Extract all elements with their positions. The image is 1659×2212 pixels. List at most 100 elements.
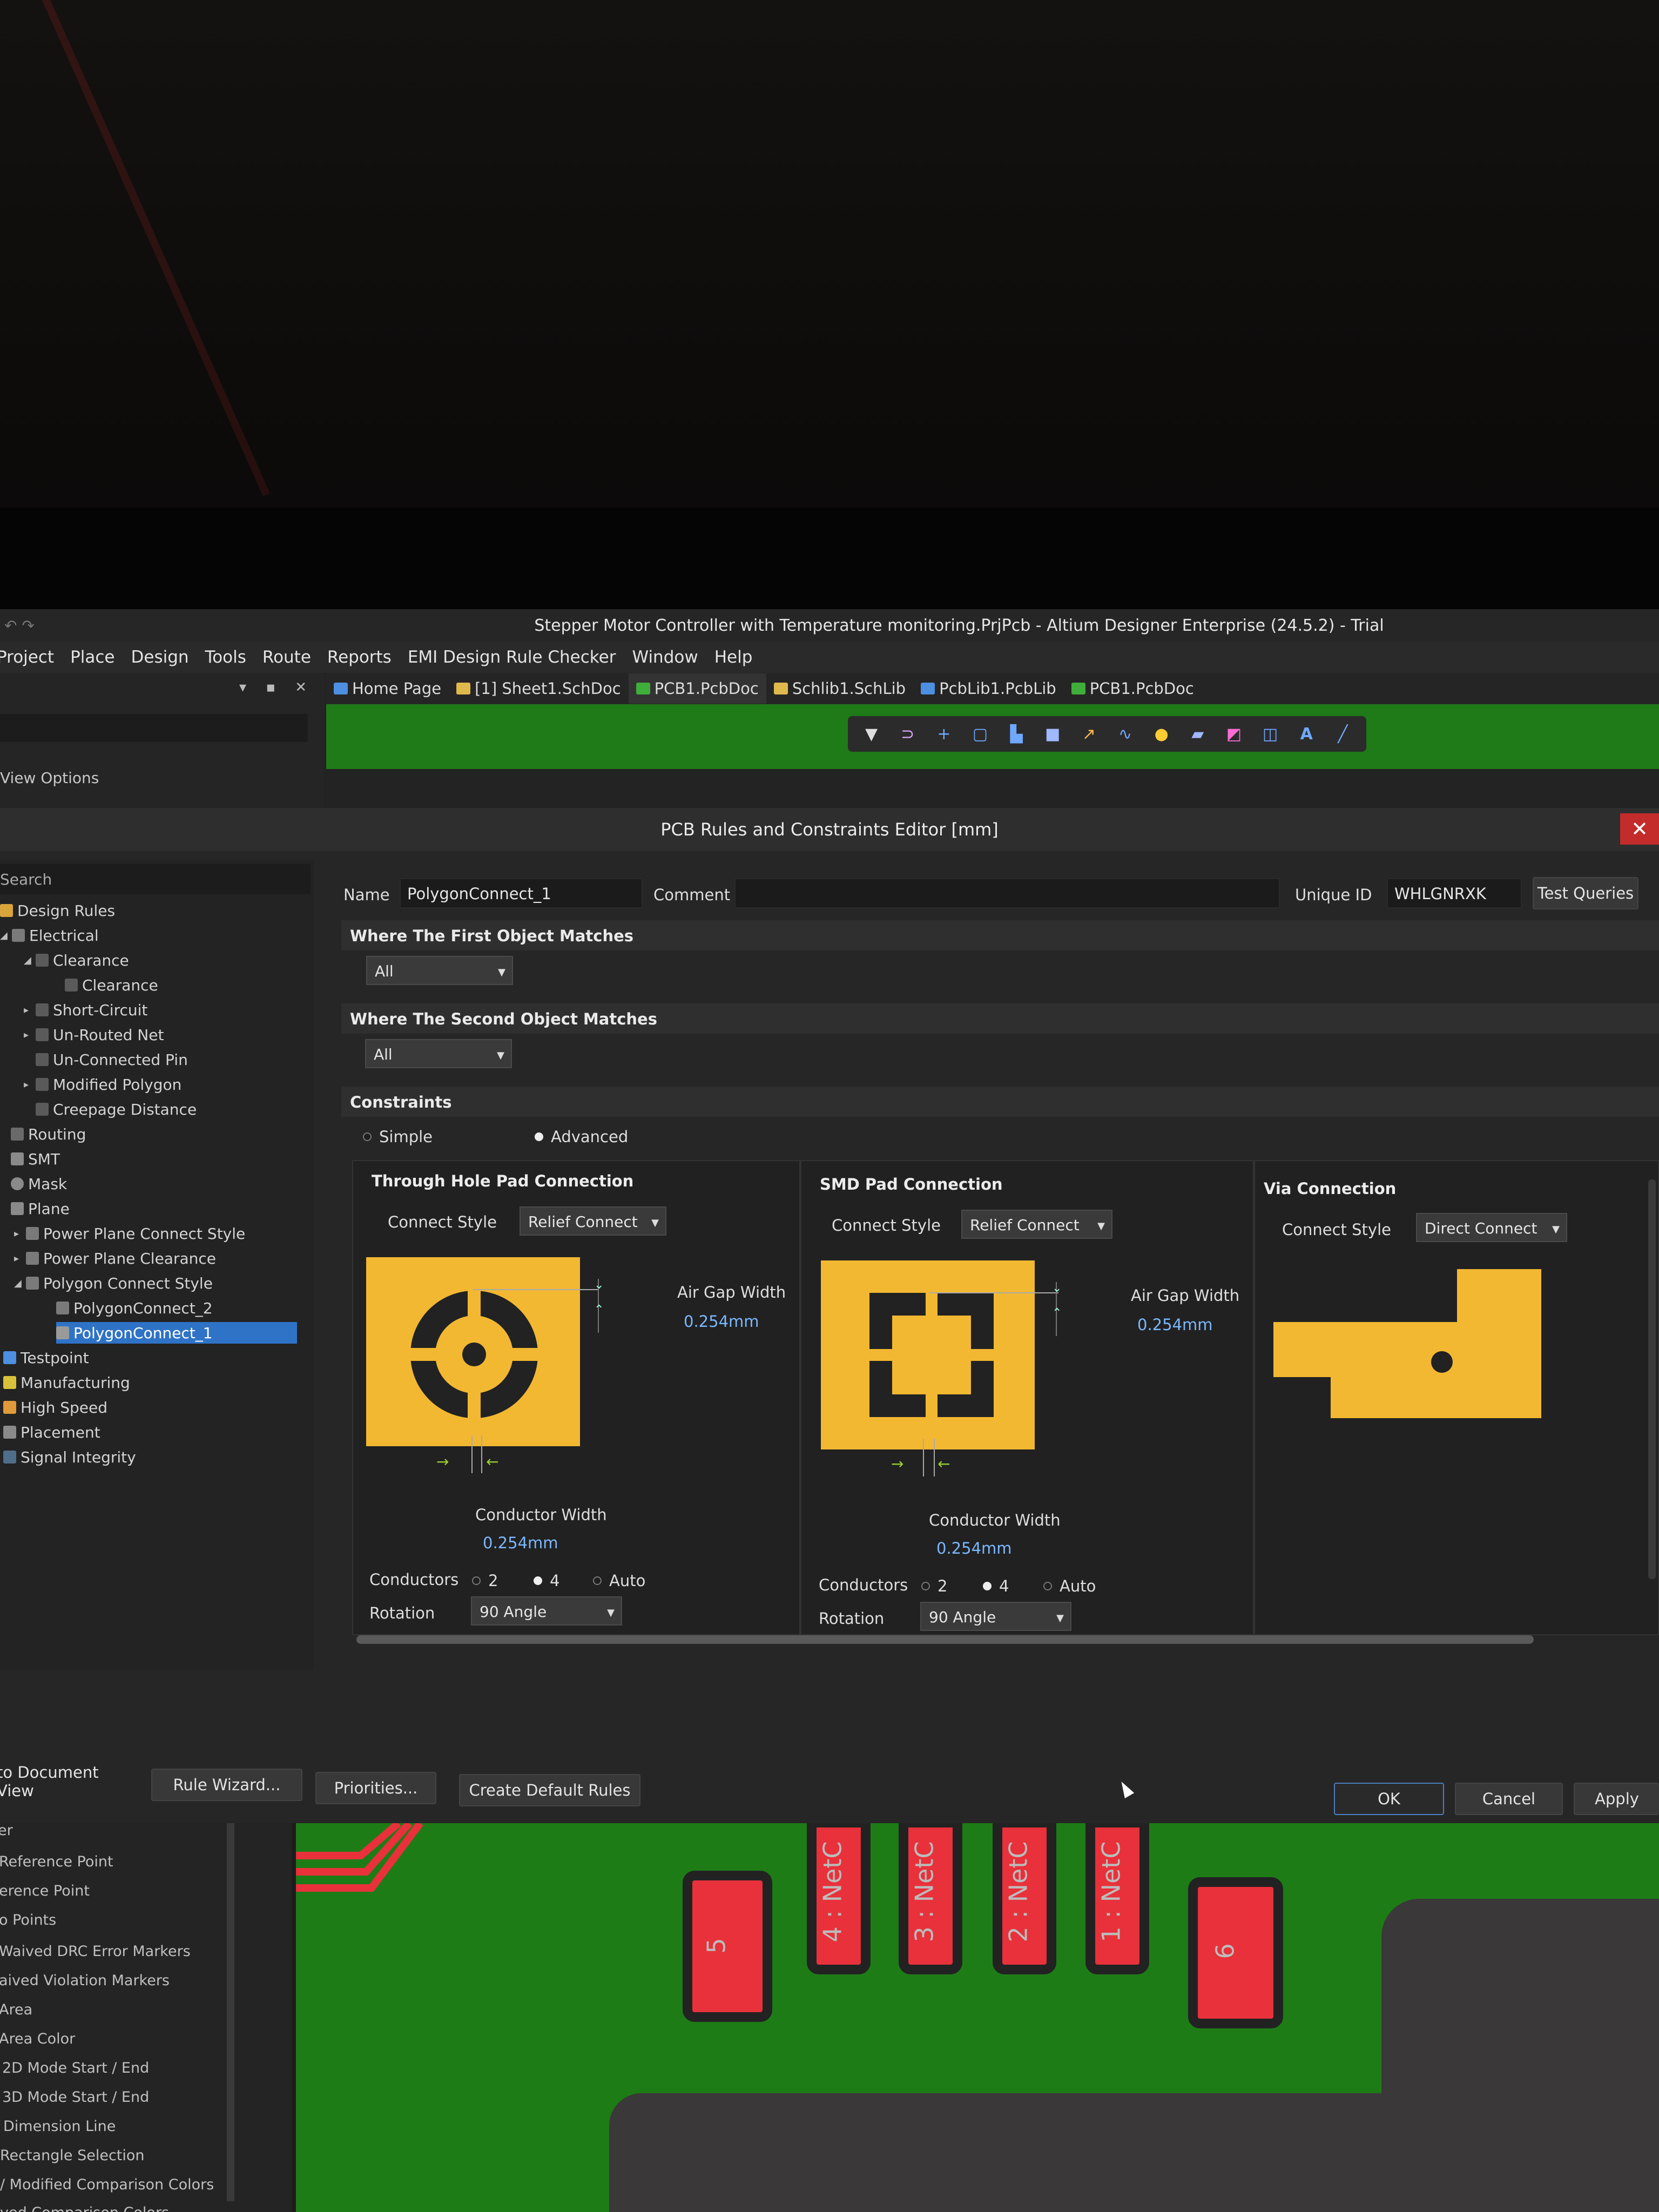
- undo-redo-icons[interactable]: ↶ ↷: [4, 617, 35, 635]
- smd-conductors-2-radio[interactable]: 2: [921, 1577, 947, 1595]
- smd-conductor-width-value[interactable]: 0.254mm: [936, 1539, 1012, 1557]
- menu-design[interactable]: Design: [131, 648, 189, 667]
- tree-electrical[interactable]: ◢ Electrical: [0, 925, 103, 946]
- chevron-down-icon[interactable]: ◢: [14, 1278, 26, 1289]
- tab-home-page[interactable]: Home Page: [326, 673, 449, 704]
- menu-tools[interactable]: Tools: [205, 648, 246, 667]
- select-rect-icon[interactable]: ▢: [969, 723, 991, 745]
- tab-pcb1-pcbdoc-2[interactable]: PCB1.PcbDoc: [1064, 673, 1202, 704]
- tree-power-plane-connect-style[interactable]: ▸ Power Plane Connect Style: [14, 1223, 249, 1244]
- apply-button[interactable]: Apply: [1574, 1783, 1659, 1815]
- vc-item-4[interactable]: Waived DRC Error Markers: [0, 1943, 191, 1960]
- tree-smt[interactable]: SMT: [11, 1148, 64, 1170]
- smd-conductors-4-radio[interactable]: 4: [983, 1577, 1009, 1595]
- th-conductors-2-radio[interactable]: 2: [472, 1572, 498, 1590]
- tree-clearance-group[interactable]: ◢ Clearance: [24, 949, 133, 971]
- tree-routing[interactable]: Routing: [11, 1123, 90, 1145]
- vc-item-11[interactable]: Rectangle Selection: [0, 2147, 145, 2164]
- chevron-right-icon[interactable]: ▸: [24, 1029, 36, 1041]
- line-icon[interactable]: ╱: [1332, 723, 1353, 745]
- vc-item-9[interactable]: 3D Mode Start / End: [2, 2089, 149, 2106]
- tree-unrouted-net[interactable]: ▸ Un-Routed Net: [24, 1024, 168, 1046]
- filter-icon[interactable]: ▼: [861, 723, 882, 745]
- tab-sheet1-schdoc[interactable]: [1] Sheet1.SchDoc: [449, 673, 629, 704]
- tab-pcb1-pcbdoc[interactable]: PCB1.PcbDoc: [628, 673, 766, 704]
- vc-item-2[interactable]: erence Point: [0, 1883, 90, 1899]
- chevron-right-icon[interactable]: ▸: [24, 1079, 36, 1090]
- smd-rotation-select[interactable]: 90 Angle ▼: [920, 1602, 1071, 1631]
- tree-plane[interactable]: Plane: [11, 1198, 74, 1219]
- vc-item-12[interactable]: / Modified Comparison Colors: [0, 2176, 214, 2193]
- pad-via-icon[interactable]: ●: [1151, 723, 1172, 745]
- horizontal-scrollbar[interactable]: [356, 1635, 1534, 1644]
- second-match-select[interactable]: All ▼: [365, 1039, 512, 1068]
- th-conductors-auto-radio[interactable]: Auto: [593, 1572, 645, 1590]
- chevron-right-icon[interactable]: ▸: [14, 1228, 26, 1239]
- vc-item-5[interactable]: aived Violation Markers: [0, 1972, 170, 1989]
- menu-emi-drc[interactable]: EMI Design Rule Checker: [408, 648, 616, 667]
- priorities-button[interactable]: Priorities...: [315, 1772, 436, 1804]
- chevron-right-icon[interactable]: ▸: [24, 1004, 36, 1016]
- tree-testpoint[interactable]: Testpoint: [3, 1347, 93, 1368]
- text-icon[interactable]: A: [1296, 723, 1317, 745]
- vc-item-1[interactable]: Reference Point: [0, 1853, 113, 1870]
- panel-scrollbar[interactable]: [227, 1823, 234, 2201]
- align-icon[interactable]: ▙: [1006, 723, 1027, 745]
- name-input[interactable]: PolygonConnect_1: [400, 878, 643, 908]
- polygon-icon[interactable]: ◩: [1223, 723, 1245, 745]
- smd-air-gap-value[interactable]: 0.254mm: [1137, 1316, 1213, 1334]
- chevron-down-icon[interactable]: ◢: [0, 930, 12, 941]
- component-icon[interactable]: ■: [1042, 723, 1063, 745]
- tree-search-input[interactable]: Search: [0, 864, 311, 894]
- vc-item-0[interactable]: er: [0, 1822, 13, 1839]
- menu-route[interactable]: Route: [262, 648, 311, 667]
- view-options-label[interactable]: View Options: [0, 769, 99, 787]
- th-conductors-4-radio[interactable]: 4: [534, 1572, 559, 1590]
- crosshair-icon[interactable]: +: [933, 723, 955, 745]
- th-conductor-width-value[interactable]: 0.254mm: [483, 1534, 558, 1552]
- vc-item-8[interactable]: 2D Mode Start / End: [2, 2060, 149, 2076]
- route-icon[interactable]: ↗: [1078, 723, 1100, 745]
- th-air-gap-value[interactable]: 0.254mm: [684, 1312, 759, 1331]
- smd-connect-style-select[interactable]: Relief Connect ▼: [961, 1210, 1112, 1239]
- menu-reports[interactable]: Reports: [327, 648, 392, 667]
- interactive-route-icon[interactable]: ⊃: [897, 723, 919, 745]
- tree-placement[interactable]: Placement: [3, 1421, 105, 1443]
- chevron-down-icon[interactable]: ◢: [24, 955, 36, 966]
- tree-manufacturing[interactable]: Manufacturing: [3, 1372, 134, 1393]
- tree-unconnected-pin[interactable]: Un-Connected Pin: [36, 1049, 192, 1070]
- tree-clearance-rule[interactable]: Clearance: [65, 974, 163, 996]
- tree-creepage-distance[interactable]: Creepage Distance: [36, 1098, 201, 1120]
- vc-item-10[interactable]: Dimension Line: [3, 2118, 116, 2135]
- first-match-select[interactable]: All ▼: [366, 956, 513, 985]
- diff-pair-icon[interactable]: ∿: [1115, 723, 1136, 745]
- test-queries-button[interactable]: Test Queries: [1533, 877, 1638, 909]
- pcb-canvas-bottom[interactable]: 5 4 : NetC 3 : NetC 2 : NetC 1 : NetC 6: [296, 1823, 1659, 2212]
- tree-modified-polygon[interactable]: ▸ Modified Polygon: [24, 1074, 186, 1095]
- vertical-scrollbar[interactable]: [1648, 1179, 1656, 1579]
- tab-schlib1[interactable]: Schlib1.SchLib: [766, 673, 913, 704]
- menu-place[interactable]: Place: [70, 648, 114, 667]
- vc-item-6[interactable]: Area: [0, 2001, 32, 2018]
- rule-wizard-button[interactable]: Rule Wizard...: [151, 1769, 302, 1801]
- tree-high-speed[interactable]: High Speed: [3, 1397, 112, 1418]
- simple-radio[interactable]: Simple: [363, 1128, 433, 1146]
- tree-polygon-connect-style[interactable]: ◢ Polygon Connect Style: [14, 1272, 217, 1294]
- measure-icon[interactable]: ◫: [1259, 723, 1281, 745]
- via-connect-style-select[interactable]: Direct Connect ▼: [1416, 1213, 1567, 1242]
- unique-id-field[interactable]: WHLGNRXK: [1387, 878, 1522, 908]
- create-default-rules-button[interactable]: Create Default Rules: [459, 1774, 640, 1806]
- cancel-button[interactable]: Cancel: [1455, 1783, 1563, 1815]
- vc-item-3[interactable]: o Points: [0, 1912, 56, 1928]
- tree-short-circuit[interactable]: ▸ Short-Circuit: [24, 999, 152, 1021]
- to-document-view-button[interactable]: to Document View: [0, 1763, 132, 1800]
- chevron-right-icon[interactable]: ▸: [14, 1253, 26, 1264]
- menu-project[interactable]: Project: [0, 648, 54, 667]
- ok-button[interactable]: OK: [1334, 1783, 1444, 1815]
- tree-power-plane-clearance[interactable]: ▸ Power Plane Clearance: [14, 1247, 220, 1269]
- advanced-radio[interactable]: Advanced: [535, 1128, 628, 1146]
- smd-conductors-auto-radio[interactable]: Auto: [1043, 1577, 1096, 1595]
- comment-input[interactable]: [734, 878, 1280, 908]
- vc-item-7[interactable]: Area Color: [0, 2031, 75, 2047]
- vc-item-13[interactable]: ved Comparison Colors: [0, 2204, 169, 2212]
